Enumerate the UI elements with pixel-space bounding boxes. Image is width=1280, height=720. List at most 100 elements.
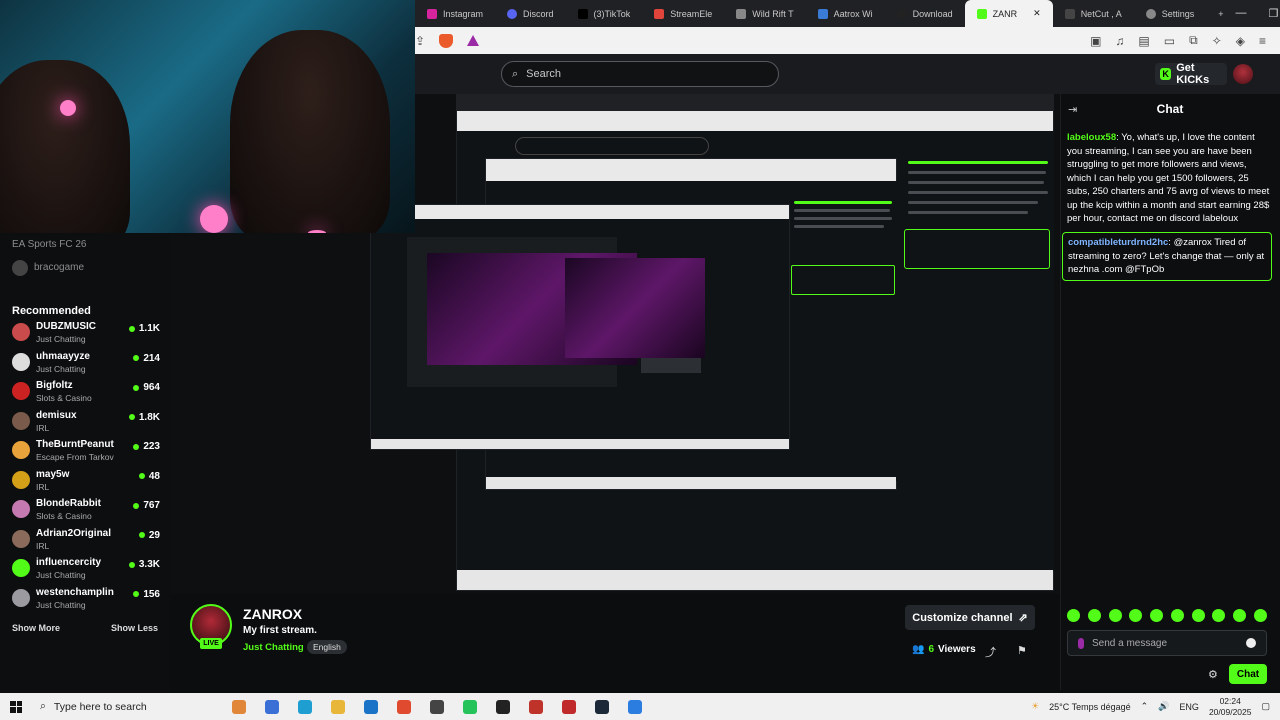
avatar <box>12 588 30 607</box>
emote-icon[interactable] <box>1108 609 1122 622</box>
sidebar-item-category: Just Chatting <box>36 334 86 344</box>
music-icon[interactable]: ♫ <box>1115 34 1124 48</box>
taskbar-app-icon[interactable] <box>519 699 552 714</box>
emote-icon[interactable] <box>1253 609 1267 622</box>
volume-icon[interactable]: 🔊 <box>1158 701 1169 712</box>
kick-logo-icon: K <box>1160 68 1172 80</box>
sidebar-item-name: westenchamplin <box>36 586 114 598</box>
chat-settings-icon[interactable]: ⚙ <box>1208 668 1218 681</box>
emote-icon[interactable] <box>1067 609 1080 622</box>
user-avatar[interactable] <box>1233 64 1253 84</box>
notifications-icon[interactable]: ▢ <box>1261 701 1270 712</box>
app-icon <box>561 699 576 714</box>
search-input[interactable]: ⌕ Search <box>501 61 779 87</box>
tab-settings[interactable]: Settings <box>1134 0 1207 27</box>
show-more-button[interactable]: Show More <box>12 623 60 633</box>
live-dot-icon <box>128 414 135 420</box>
emote-icon[interactable] <box>1233 609 1247 622</box>
brave-rewards-icon[interactable] <box>467 35 480 46</box>
chat-input[interactable]: Send a message <box>1067 630 1267 656</box>
taskbar-app-icon[interactable] <box>222 699 255 714</box>
report-icon[interactable]: ⚑ <box>1017 644 1027 657</box>
followed-item-name[interactable]: bracogame <box>34 262 84 273</box>
lang-indicator[interactable]: ENG <box>1179 702 1199 712</box>
share-icon[interactable]: ⇪ <box>415 34 425 48</box>
sidebar-item[interactable]: demisux IRL 1.8K <box>12 408 160 438</box>
chat-username[interactable]: compatibleturdrnd2hc <box>1068 237 1168 248</box>
taskbar-app-icon[interactable] <box>486 699 519 714</box>
sidebar-item[interactable]: DUBZMUSIC Just Chatting 1.1K <box>12 319 160 349</box>
maximize-button[interactable]: ❐ <box>1269 7 1279 20</box>
taskbar-app-icon[interactable] <box>552 699 585 714</box>
chat-send-button[interactable]: Chat <box>1229 664 1267 684</box>
clock[interactable]: 02:24 20/09/2025 <box>1209 696 1252 718</box>
tab-wild-rift[interactable]: Wild Rift T <box>724 0 805 27</box>
sidebar-item-category: Just Chatting <box>36 570 86 580</box>
sidebar-item[interactable]: Bigfoltz Slots & Casino 964 <box>12 378 160 408</box>
tab-close-icon[interactable]: ✕ <box>1033 8 1041 19</box>
tab-netcut[interactable]: NetCut , A <box>1053 0 1134 27</box>
recommended-title: Recommended <box>12 305 91 317</box>
tab-streamelements[interactable]: StreamEle <box>642 0 724 27</box>
wallet-icon[interactable]: ▭ <box>1164 34 1175 48</box>
customize-channel-button[interactable]: Customize channel ⇗ <box>905 605 1035 630</box>
tab-tiktok[interactable]: (3)TikTok <box>566 0 643 27</box>
vpn-icon[interactable]: ◈ <box>1236 34 1245 48</box>
stream-category[interactable]: Just Chatting <box>243 642 304 653</box>
emote-icon[interactable] <box>1129 609 1143 622</box>
language-badge[interactable]: English <box>307 640 347 654</box>
taskbar-app-icon[interactable] <box>288 699 321 714</box>
taskbar-app-icon[interactable] <box>420 699 453 714</box>
taskbar-app-icon[interactable] <box>453 699 486 714</box>
weather-icon[interactable]: ☀ <box>1031 701 1039 712</box>
tab-zanrox[interactable]: ZANR ✕ <box>964 0 1053 27</box>
weather-text[interactable]: 25°C Temps dégagé <box>1049 702 1131 712</box>
taskbar-app-icon[interactable] <box>354 699 387 714</box>
brave-shield-icon[interactable] <box>439 33 454 48</box>
taskbar-app-icon[interactable] <box>321 699 354 714</box>
tab-discord[interactable]: Discord <box>495 0 566 27</box>
leo-icon[interactable]: ✧ <box>1212 34 1222 48</box>
emote-icon[interactable] <box>1212 609 1226 622</box>
app-icon <box>528 699 543 714</box>
viewer-count: 964 <box>133 382 160 393</box>
sidebar-item[interactable]: may5w IRL 48 <box>12 467 160 497</box>
menu-icon[interactable]: ≡ <box>1259 34 1266 48</box>
taskbar-app-icon[interactable] <box>618 699 651 714</box>
netcut-icon <box>1064 8 1075 19</box>
tab-instagram[interactable]: Instagram <box>415 0 495 27</box>
get-kicks-button[interactable]: K Get KICKs <box>1155 62 1227 86</box>
taskbar-app-icon[interactable] <box>387 699 420 714</box>
emote-icon[interactable] <box>1191 609 1205 622</box>
share-icon[interactable]: ⤴ <box>985 644 996 660</box>
taskbar-app-icon[interactable] <box>585 699 618 714</box>
sidebar-item[interactable]: TheBurntPeanut Escape From Tarkov 223 <box>12 437 160 467</box>
sidebar-item-name: uhmaayyze <box>36 350 90 362</box>
taskbar-search[interactable]: ⌕ Type here to search <box>32 693 222 720</box>
sidebar-item[interactable]: uhmaayyze Just Chatting 214 <box>12 349 160 379</box>
chevron-up-icon[interactable]: ⌃ <box>1141 701 1149 712</box>
minimize-button[interactable]: — <box>1236 7 1247 20</box>
new-tab-button[interactable]: + <box>1206 0 1235 27</box>
streamer-name[interactable]: ZANROX <box>243 606 302 622</box>
screenshot-icon[interactable]: ▣ <box>1090 34 1101 48</box>
sidebar-toggle-icon[interactable]: ▤ <box>1138 34 1149 48</box>
emote-icon[interactable] <box>1170 609 1184 622</box>
sidebar-item[interactable]: Adrian2Original IRL 29 <box>12 526 160 556</box>
emote-icon[interactable] <box>1150 609 1164 622</box>
taskbar-app-icon[interactable] <box>255 699 288 714</box>
emoji-icon[interactable] <box>1246 638 1256 648</box>
app-icon <box>429 699 444 714</box>
show-less-button[interactable]: Show Less <box>111 623 158 633</box>
live-dot-icon <box>133 355 140 361</box>
extensions-icon[interactable]: ⧉ <box>1189 33 1198 48</box>
sidebar-item[interactable]: westenchamplin Just Chatting 156 <box>12 585 160 615</box>
chat-username[interactable]: labeloux58 <box>1067 132 1116 143</box>
sidebar-item[interactable]: BlondeRabbit Slots & Casino 767 <box>12 496 160 526</box>
tab-aatrox[interactable]: Aatrox Wi <box>806 0 885 27</box>
start-button[interactable] <box>0 700 32 713</box>
emote-icon[interactable] <box>1087 609 1101 622</box>
tab-download[interactable]: Download <box>885 0 965 27</box>
sidebar-item-category: IRL <box>36 540 50 551</box>
sidebar-item[interactable]: influencercity Just Chatting 3.3K <box>12 555 160 585</box>
